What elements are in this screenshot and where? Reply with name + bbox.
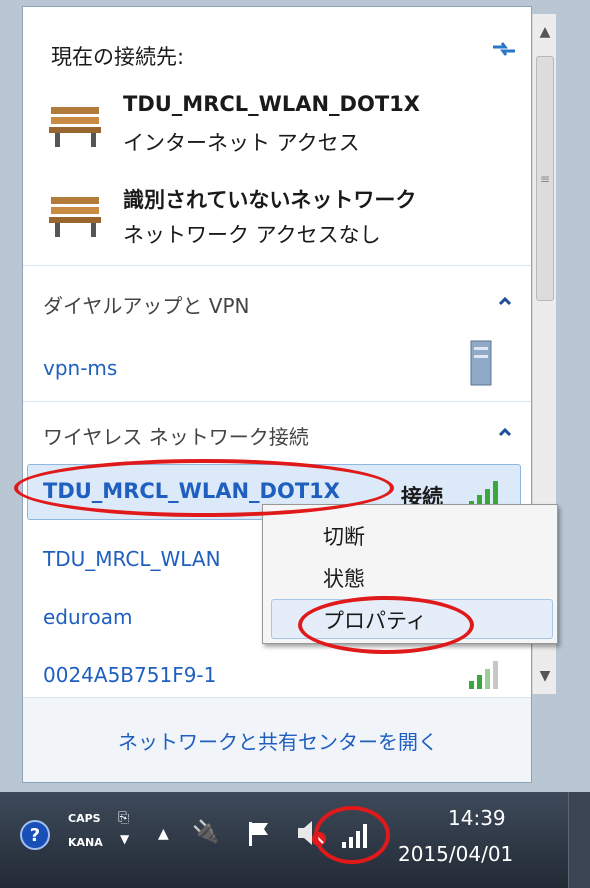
menu-item-status[interactable]: 状態 — [323, 563, 365, 593]
wifi-name-4[interactable]: 0024A5B751F9-1 — [43, 663, 216, 687]
connection-name-1: TDU_MRCL_WLAN_DOT1X — [123, 92, 420, 116]
connection-status-1: インターネット アクセス — [123, 131, 360, 155]
connection-status-2: ネットワーク アクセスなし — [123, 223, 381, 247]
collapse-icon[interactable] — [497, 293, 513, 309]
collapse-icon[interactable] — [497, 424, 513, 440]
help-icon[interactable]: ? — [20, 820, 50, 850]
flyout-footer: ネットワークと共有センターを開く — [23, 697, 531, 782]
bench-network-icon — [47, 189, 107, 239]
vpn-item[interactable]: vpn-ms — [43, 356, 117, 380]
wireless-header[interactable]: ワイヤレス ネットワーク接続 — [43, 421, 309, 450]
vpn-server-icon — [469, 339, 495, 387]
wifi-name-2[interactable]: TDU_MRCL_WLAN — [43, 547, 221, 571]
dialup-vpn-header[interactable]: ダイヤルアップと VPN — [43, 290, 249, 319]
highlight-oval — [14, 459, 394, 517]
wifi-name-3[interactable]: eduroam — [43, 605, 132, 629]
highlight-oval — [314, 806, 390, 864]
kana-indicator: KANA — [68, 836, 103, 849]
scroll-down-arrow-icon[interactable]: ▼ — [533, 662, 557, 690]
show-hidden-icons-icon[interactable]: ▲ — [158, 826, 169, 842]
wifi-signal-icon — [463, 655, 507, 691]
divider — [23, 401, 531, 402]
network-flyout: 現在の接続先: TDU_MRCL_WLAN_DOT1X インターネット アクセス… — [22, 6, 532, 783]
divider — [23, 265, 531, 266]
ime-dropdown-icon[interactable]: ▼ — [120, 832, 129, 846]
power-plug-icon[interactable]: 🔌 — [192, 820, 219, 845]
action-center-flag-icon[interactable] — [246, 820, 272, 848]
highlight-oval — [298, 596, 474, 654]
bench-network-icon — [47, 99, 107, 149]
refresh-network-icon[interactable] — [489, 37, 519, 61]
ime-mode-icon[interactable]: ⎘ — [118, 810, 129, 826]
clock-date[interactable]: 2015/04/01 — [398, 842, 513, 866]
show-desktop-button[interactable] — [568, 792, 590, 888]
caps-indicator: CAPS — [68, 812, 101, 825]
current-connections-label: 現在の接続先: — [51, 45, 185, 69]
taskbar: ? CAPS KANA ⎘ ▼ ▲ 🔌 14:39 2015/04/01 — [0, 792, 590, 888]
scroll-up-arrow-icon[interactable]: ▲ — [533, 18, 557, 46]
open-network-center-link[interactable]: ネットワークと共有センターを開く — [23, 726, 531, 755]
connection-name-2: 識別されていないネットワーク — [123, 188, 417, 212]
scrollbar-thumb[interactable]: ≡ — [536, 56, 554, 301]
menu-item-disconnect[interactable]: 切断 — [323, 521, 365, 551]
clock-time[interactable]: 14:39 — [448, 806, 506, 830]
